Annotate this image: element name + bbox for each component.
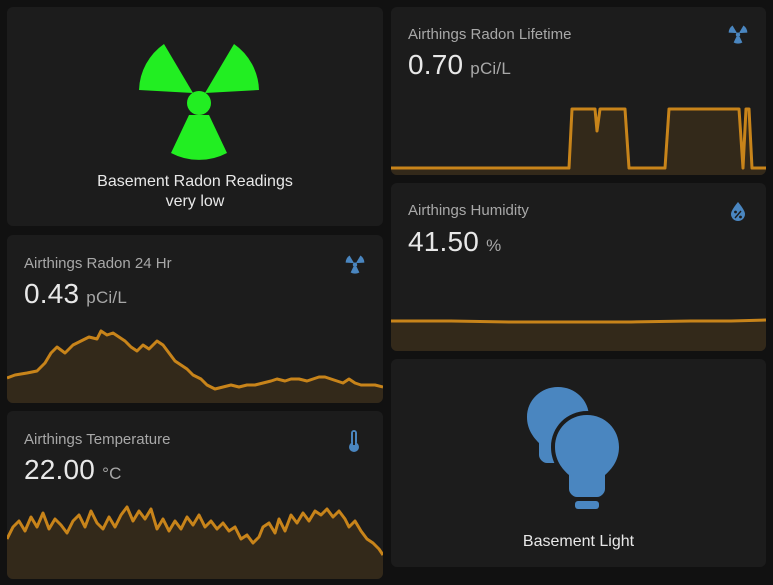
card-title: Airthings Radon Lifetime (408, 26, 572, 43)
radon-status-state: very low (165, 193, 225, 210)
card-title: Airthings Humidity (408, 202, 529, 219)
card-value: 0.70 pCi/L (408, 49, 511, 81)
value-number: 41.50 (408, 226, 480, 257)
value-unit: pCi/L (86, 288, 127, 307)
card-title: Airthings Radon 24 Hr (24, 255, 172, 272)
card-value: 41.50% (408, 226, 501, 258)
value-unit: °C (102, 464, 122, 483)
temperature-sparkline (7, 505, 383, 579)
humidity-card[interactable]: Airthings Humidity 41.50% (391, 183, 766, 351)
humidity-sparkline (391, 318, 766, 351)
radon-24hr-sparkline (7, 329, 383, 403)
water-percent-icon (731, 202, 745, 221)
value-unit: % (486, 236, 502, 255)
temperature-card[interactable]: Airthings Temperature 22.00 °C (7, 411, 383, 579)
radon-lifetime-card[interactable]: Airthings Radon Lifetime 0.70 pCi/L (391, 7, 766, 175)
radioactive-icon (345, 255, 365, 274)
value-number: 0.70 (408, 49, 464, 80)
lightbulb-group-icon (527, 387, 623, 509)
radon-24hr-card[interactable]: Airthings Radon 24 Hr 0.43 pCi/L (7, 235, 383, 403)
radioactive-icon (139, 44, 259, 160)
radon-status-card[interactable]: Basement Radon Readings very low (7, 7, 383, 226)
radon-status-name: Basement Radon Readings (97, 173, 293, 190)
card-value: 22.00 °C (24, 454, 122, 486)
value-unit: pCi/L (470, 59, 511, 78)
thermometer-icon (349, 430, 359, 452)
radioactive-icon (728, 25, 748, 44)
card-value: 0.43 pCi/L (24, 278, 127, 310)
radon-lifetime-sparkline (391, 107, 766, 175)
value-number: 0.43 (24, 278, 80, 309)
light-name: Basement Light (522, 533, 635, 550)
basement-light-card[interactable]: Basement Light (391, 359, 766, 567)
value-number: 22.00 (24, 454, 96, 485)
card-title: Airthings Temperature (24, 431, 171, 448)
